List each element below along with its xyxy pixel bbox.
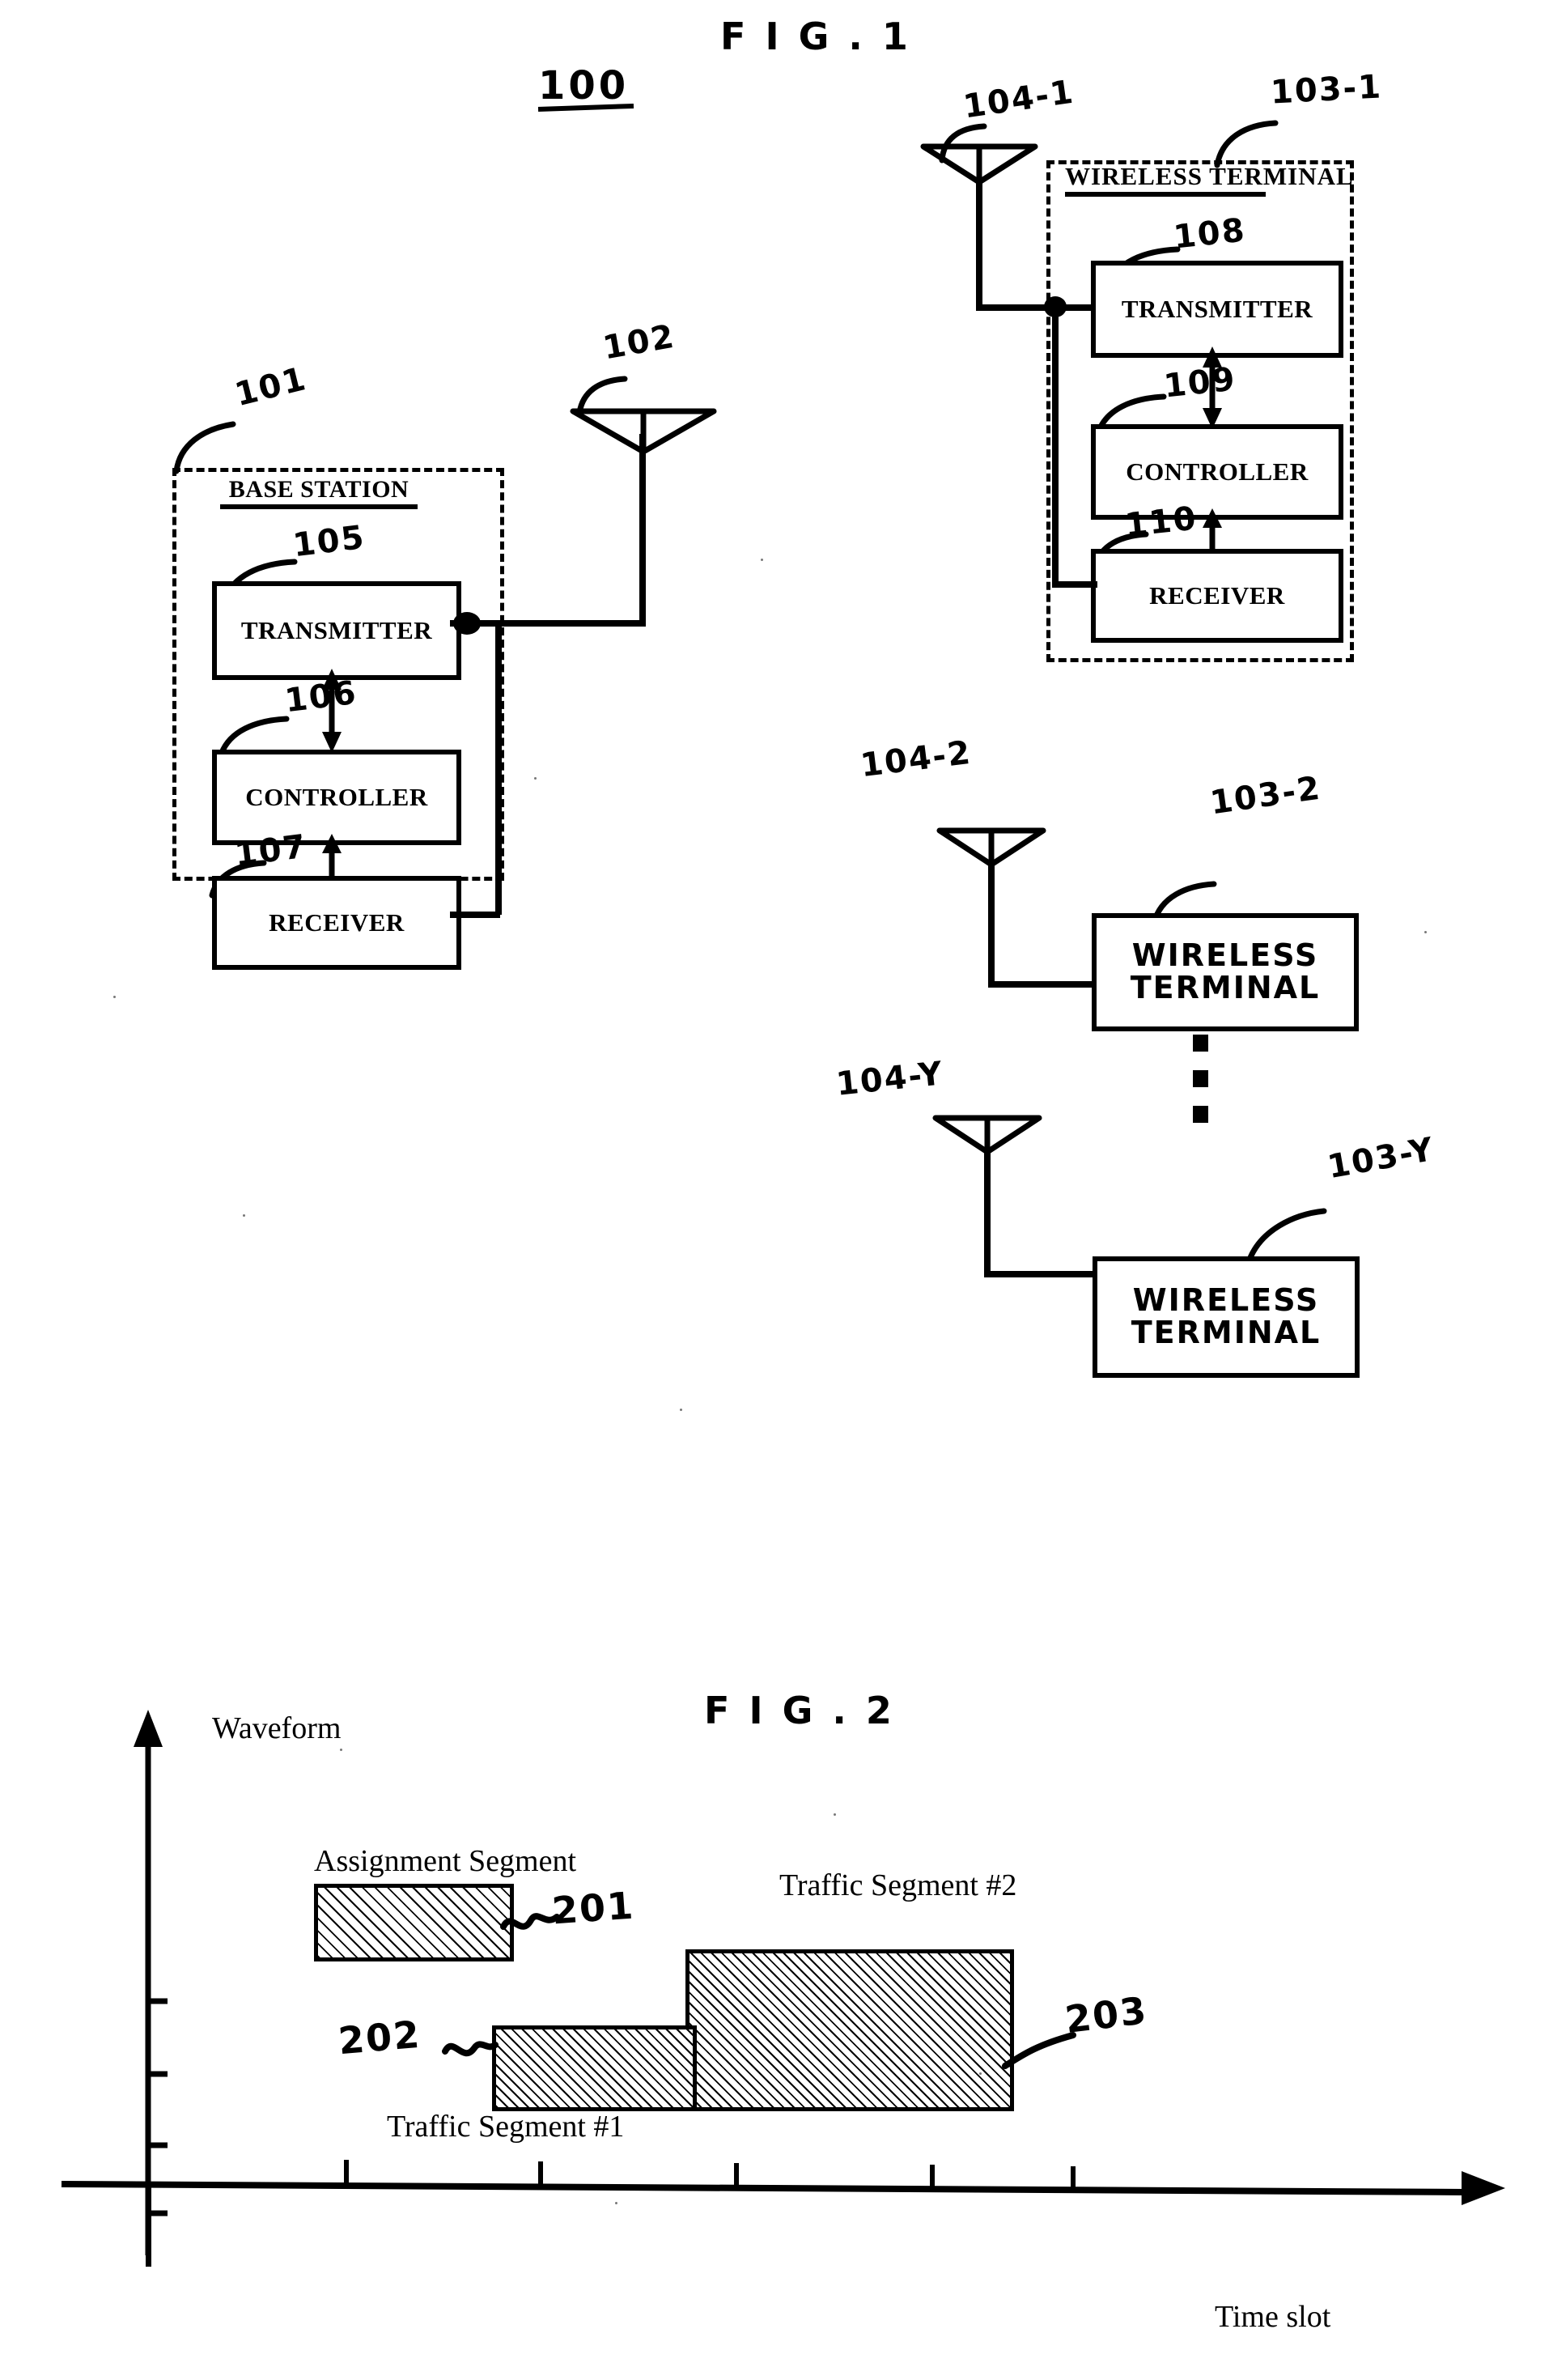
wire-terminal-1-bus xyxy=(1052,304,1059,588)
base-station-ref-label: 101 xyxy=(231,359,311,414)
figure-2-title: F I G . 2 xyxy=(704,1689,895,1732)
traffic-segment-2-label: Traffic Segment #2 xyxy=(779,1868,1017,1902)
wire-antenna-104-y-to-terminal xyxy=(984,1271,1097,1277)
terminal-1-transmitter-label: TRANSMITTER xyxy=(1121,295,1313,323)
bar-assignment-segment xyxy=(314,1884,514,1961)
base-station-title-group: BASE STATION xyxy=(220,476,418,509)
wire-antenna-104-2-mast xyxy=(988,861,995,988)
bar-traffic-segment-2 xyxy=(685,1949,1014,2111)
base-station-title: BASE STATION xyxy=(228,476,409,503)
y-axis-label: Waveform xyxy=(212,1711,342,1745)
base-station-transmitter-block: TRANSMITTER xyxy=(212,581,461,680)
terminal-1-controller-label: CONTROLLER xyxy=(1126,457,1309,486)
base-station-title-underline xyxy=(220,504,418,509)
wire-antenna-104-y-mast xyxy=(984,1150,991,1277)
terminal-1-controller-block: CONTROLLER xyxy=(1091,424,1343,520)
wire-antenna-104-2-to-terminal xyxy=(988,981,1097,988)
terminal-1-ref: 103-1 xyxy=(1269,68,1384,112)
ref-203-label: 203 xyxy=(1063,1987,1150,2042)
wire-antenna-104-1-mast xyxy=(976,180,982,309)
assignment-segment-label: Assignment Segment xyxy=(314,1844,577,1878)
antenna-104-y-ref: 104-Y xyxy=(834,1055,946,1103)
wire-receiver-up xyxy=(495,623,502,915)
ref-202-leader-line xyxy=(442,2041,499,2057)
wire-antenna-mast-102 xyxy=(639,434,646,625)
base-station-receiver-label: RECEIVER xyxy=(269,908,405,937)
base-station-controller-block: CONTROLLER xyxy=(212,750,461,845)
terminal-1-transmitter-block: TRANSMITTER xyxy=(1091,261,1343,358)
terminal-2-block: WIRELESS TERMINAL xyxy=(1092,913,1359,1031)
terminal-2-label-line2: TERMINAL xyxy=(1130,970,1321,1005)
antenna-104-2-ref: 104-2 xyxy=(858,733,974,785)
base-station-controller-label: CONTROLLER xyxy=(245,783,428,811)
terminal-y-label-line1: WIRELESS xyxy=(1132,1282,1320,1319)
x-axis xyxy=(61,2160,1505,2205)
antenna-104-1-leader-line xyxy=(939,123,987,164)
bar-traffic-segment-1 xyxy=(492,2025,697,2111)
terminal-y-label-line2: TERMINAL xyxy=(1131,1315,1322,1350)
antenna-102-ref: 102 xyxy=(600,317,678,368)
terminal-list-ellipsis xyxy=(1193,1035,1208,1123)
x-axis-label: Time slot xyxy=(1215,2300,1331,2334)
y-axis-stem-below xyxy=(146,2186,151,2267)
terminal-1-receiver-block: RECEIVER xyxy=(1091,549,1343,643)
terminal-y-ref: 103-Y xyxy=(1325,1130,1438,1187)
ref-202-label: 202 xyxy=(336,2012,423,2063)
system-ref-100: 100 xyxy=(537,63,634,113)
wire-receiver-right xyxy=(450,912,500,918)
wire-node-to-antenna-base xyxy=(541,620,646,627)
base-station-transmitter-label: TRANSMITTER xyxy=(240,616,433,644)
system-ref-100-text: 100 xyxy=(538,63,630,108)
antenna-104-1-ref: 104-1 xyxy=(961,73,1077,126)
junction-dot-base-station xyxy=(453,612,481,635)
terminal-1-title-underline xyxy=(1065,192,1266,197)
antenna-102-leader-line xyxy=(576,376,628,416)
traffic-segment-1-label: Traffic Segment #1 xyxy=(387,2110,625,2144)
wire-terminal-1-to-receiver xyxy=(1052,581,1097,588)
ref-201-label: 201 xyxy=(550,1883,636,1933)
terminal-1-title: WIRELESS TERMINAL xyxy=(1065,162,1354,190)
figure-1-title: F I G . 1 xyxy=(720,15,911,58)
terminal-1-receiver-label: RECEIVER xyxy=(1149,581,1285,610)
terminal-2-ref: 103-2 xyxy=(1207,769,1324,822)
terminal-2-label-line1: WIRELESS xyxy=(1131,937,1319,974)
base-station-receiver-block: RECEIVER xyxy=(212,876,461,970)
terminal-1-title-group: WIRELESS TERMINAL xyxy=(1065,162,1354,197)
terminal-y-block: WIRELESS TERMINAL xyxy=(1093,1256,1360,1378)
